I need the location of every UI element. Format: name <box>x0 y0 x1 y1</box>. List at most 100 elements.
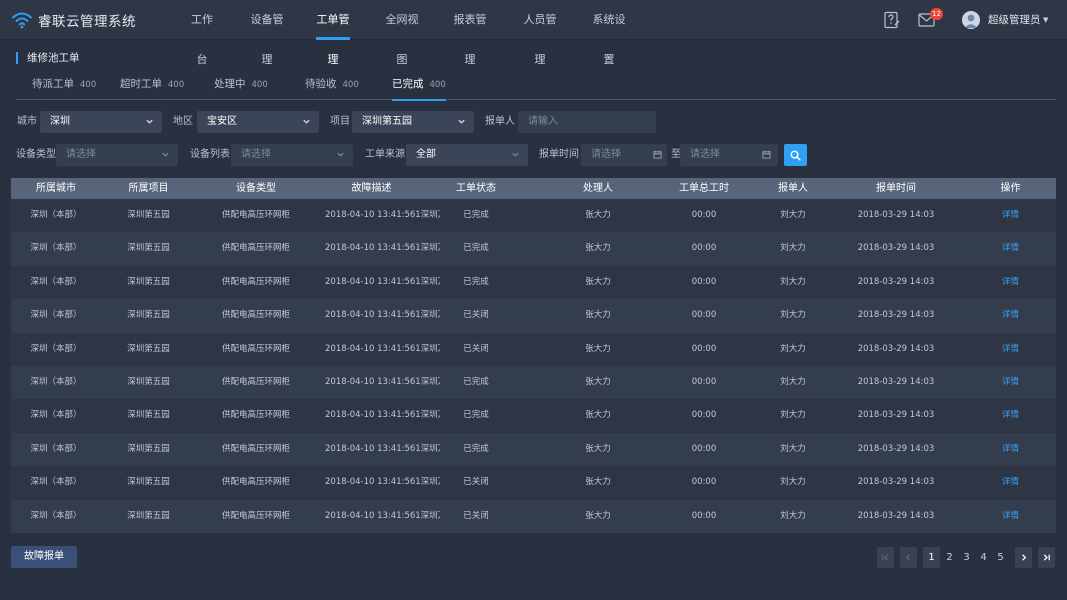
calendar-icon <box>762 150 771 159</box>
cell-reporter: 刘大力 <box>780 276 806 287</box>
cell-device-type: 供配电高压环网柜 <box>221 343 290 354</box>
first-page-button[interactable] <box>877 547 894 568</box>
nav-network-view[interactable]: 全网视图 <box>383 0 421 66</box>
caret-down-icon[interactable]: ▼ <box>1043 16 1048 24</box>
device-type-placeholder: 请选择 <box>66 149 96 160</box>
cell-project: 深圳第五园 <box>127 510 170 521</box>
details-link[interactable]: 详情 <box>973 199 1048 232</box>
table-row: 深圳（本部） 深圳第五园 供配电高压环网柜 2018-04-10 13:41:561深… <box>11 365 1056 400</box>
chevron-down-icon <box>458 119 465 124</box>
nav-report-management[interactable]: 报表管理 <box>451 0 489 66</box>
cell-total-hours: 00:00 <box>691 410 717 421</box>
cell-project: 深圳第五园 <box>127 310 170 321</box>
project-select[interactable]: 深圳第五园 <box>352 111 474 133</box>
fault-report-button[interactable]: 故障报单 <box>11 546 77 568</box>
nav-device-management[interactable]: 设备管理 <box>248 0 286 66</box>
source-value: 全部 <box>416 149 436 160</box>
tab-pending-acceptance[interactable]: 待验收 400 <box>305 70 359 99</box>
city-select[interactable]: 深圳 <box>40 111 162 133</box>
details-link[interactable]: 详情 <box>973 333 1048 366</box>
details-link[interactable]: 详情 <box>973 299 1048 332</box>
source-select[interactable]: 全部 <box>406 144 528 166</box>
tab-label: 处理中 <box>214 78 246 90</box>
details-link[interactable]: 详情 <box>973 266 1048 299</box>
user-name[interactable]: 超级管理员 <box>988 0 1041 40</box>
details-link[interactable]: 详情 <box>973 433 1048 466</box>
table-header: 所属城市 所属项目 设备类型 故障描述 工单状态 处理人 工单总工时 报单人 报单时间 操作 <box>11 178 1056 199</box>
cell-total-hours: 00:00 <box>691 243 717 254</box>
chevron-down-icon <box>162 152 169 157</box>
cell-status: 已完成 <box>463 443 489 454</box>
cell-city: 深圳（本部） <box>30 343 82 354</box>
page-3[interactable]: 3 <box>958 547 975 568</box>
device-list-select[interactable]: 请选择 <box>231 144 353 166</box>
nav-system-settings[interactable]: 系统设置 <box>590 0 628 66</box>
logo[interactable]: 睿联云管理系统 <box>12 10 136 30</box>
cell-project: 深圳第五园 <box>127 477 170 488</box>
tab-label: 待派工单 <box>32 78 74 90</box>
tab-completed[interactable]: 已完成 400 <box>392 70 446 101</box>
end-date-input[interactable]: 请选择 <box>680 144 778 166</box>
page-5[interactable]: 5 <box>992 547 1009 568</box>
device-list-placeholder: 请选择 <box>241 149 271 160</box>
nav-work-order-management[interactable]: 工单管理 <box>316 0 350 66</box>
cell-fault-description: 2018-04-10 13:41:561深圳万... <box>325 276 440 287</box>
cell-device-type: 供配电高压环网柜 <box>221 410 290 421</box>
double-chevron-left-icon <box>882 554 889 561</box>
details-link[interactable]: 详情 <box>973 466 1048 499</box>
cell-fault-description: 2018-04-10 13:41:561深圳万... <box>325 343 440 354</box>
cell-city: 深圳（本部） <box>30 376 82 387</box>
search-button[interactable] <box>784 144 807 166</box>
cell-fault-description: 2018-04-10 13:41:561深圳万... <box>325 510 440 521</box>
cell-report-time: 2018-03-29 14:03 <box>857 310 935 321</box>
tab-label: 已完成 <box>392 78 424 90</box>
help-document-icon[interactable] <box>883 11 901 29</box>
reporter-label: 报单人 <box>485 116 515 127</box>
reporter-input[interactable]: 请输入 <box>518 111 656 133</box>
nav-personnel-management[interactable]: 人员管理 <box>521 0 559 66</box>
device-list-label: 设备列表 <box>190 149 230 160</box>
start-date-input[interactable]: 请选择 <box>581 144 667 166</box>
table-body: 深圳（本部） 深圳第五园 供配电高压环网柜 2018-04-10 13:41:561深… <box>11 199 1056 533</box>
details-link[interactable]: 详情 <box>973 232 1048 265</box>
table-row: 深圳（本部） 深圳第五园 供配电高压环网柜 2018-04-10 13:41:561深… <box>11 466 1056 500</box>
chevron-down-icon <box>303 119 310 124</box>
cell-project: 深圳第五园 <box>127 443 170 454</box>
tab-overdue[interactable]: 超时工单 400 <box>120 70 184 99</box>
device-type-select[interactable]: 请选择 <box>56 144 178 166</box>
avatar[interactable] <box>962 11 980 29</box>
page-1[interactable]: 1 <box>923 547 940 568</box>
column-header-city: 所属城市 <box>36 183 76 194</box>
status-tabs: 待派工单 400 超时工单 400 处理中 400 待验收 400 已完成 400 <box>16 70 1056 101</box>
table-row: 深圳（本部） 深圳第五园 供配电高压环网柜 2018-04-10 13:41:561深… <box>11 499 1056 533</box>
cell-device-type: 供配电高压环网柜 <box>221 443 290 454</box>
cell-reporter: 刘大力 <box>780 376 806 387</box>
cell-city: 深圳（本部） <box>30 276 82 287</box>
tab-pending-dispatch[interactable]: 待派工单 400 <box>32 70 96 99</box>
user-avatar-icon <box>964 14 978 28</box>
cell-report-time: 2018-03-29 14:03 <box>857 410 935 421</box>
details-link[interactable]: 详情 <box>973 399 1048 432</box>
tab-in-progress[interactable]: 处理中 400 <box>214 70 268 99</box>
cell-status: 已关闭 <box>463 510 489 521</box>
cell-fault-description: 2018-04-10 13:41:561深圳万... <box>325 243 440 254</box>
prev-page-button[interactable] <box>900 547 917 568</box>
page-title: 维修池工单 <box>16 52 80 64</box>
cell-status: 已关闭 <box>463 310 489 321</box>
cell-status: 已关闭 <box>463 343 489 354</box>
cell-reporter: 刘大力 <box>780 210 806 220</box>
cell-device-type: 供配电高压环网柜 <box>221 210 290 220</box>
last-page-button[interactable] <box>1038 547 1055 568</box>
details-link[interactable]: 详情 <box>973 500 1048 533</box>
next-page-button[interactable] <box>1015 547 1032 568</box>
page-2[interactable]: 2 <box>941 547 958 568</box>
details-link[interactable]: 详情 <box>973 366 1048 399</box>
cell-handler: 张大力 <box>585 343 611 354</box>
cell-fault-description: 2018-04-10 13:41:561深圳万... <box>325 410 440 421</box>
city-value: 深圳 <box>50 116 70 127</box>
nav-workbench[interactable]: 工作台 <box>188 0 216 66</box>
region-select[interactable]: 宝安区 <box>197 111 319 133</box>
page-4[interactable]: 4 <box>975 547 992 568</box>
cell-handler: 张大力 <box>585 410 611 421</box>
cell-total-hours: 00:00 <box>691 510 717 521</box>
